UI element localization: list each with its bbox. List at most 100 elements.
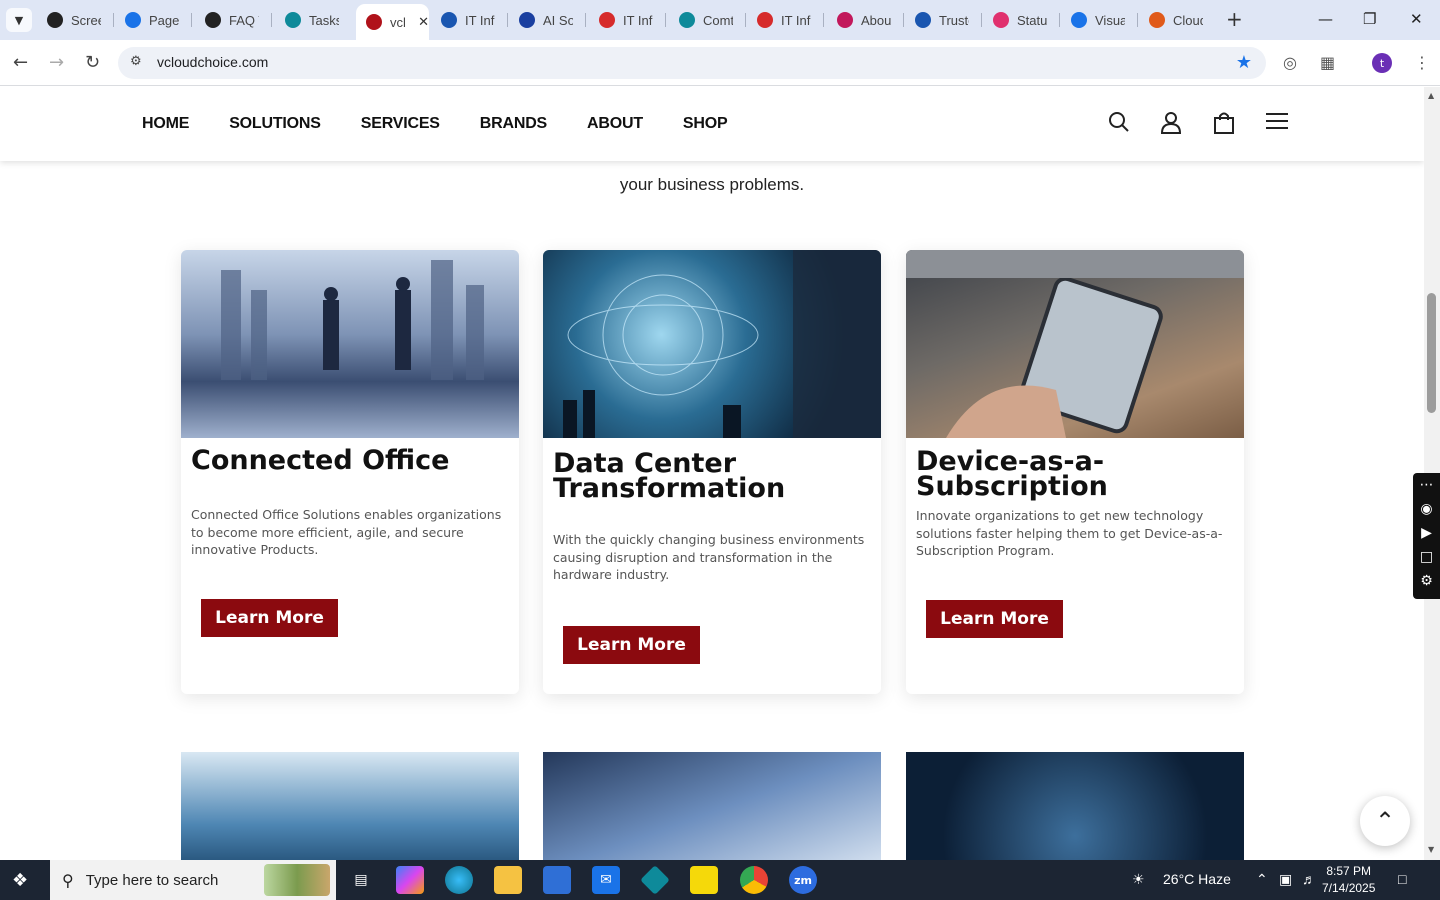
url-text[interactable]: vcloudchoice.com: [157, 54, 268, 70]
task-view-icon[interactable]: ▤: [347, 866, 375, 894]
volume-icon[interactable]: ♬: [1302, 871, 1316, 887]
solution-card-connected-office: Connected Office Connected Office Soluti…: [181, 250, 519, 694]
back-icon[interactable]: ←: [13, 52, 28, 73]
chrome-icon[interactable]: [740, 866, 768, 894]
clock-time: 8:57 PM: [1326, 864, 1372, 878]
browser-tab[interactable]: Status: [983, 6, 1055, 34]
search-icon[interactable]: [1108, 111, 1130, 133]
extensions-icon[interactable]: ▦: [1320, 53, 1335, 72]
hamburger-menu-icon[interactable]: [1265, 111, 1289, 131]
close-tab-icon[interactable]: ✕: [418, 15, 429, 30]
tab-label: Status: [1017, 12, 1047, 28]
browser-tab[interactable]: IT Infrastructure: [747, 6, 819, 34]
scroll-to-top-button[interactable]: ⌃: [1360, 796, 1410, 846]
tab-favicon-icon: [599, 12, 615, 28]
file-explorer-icon[interactable]: [494, 866, 522, 894]
reload-icon[interactable]: ↻: [85, 52, 100, 73]
scroll-up-arrow-icon[interactable]: ▲: [1428, 91, 1434, 100]
nav-shop[interactable]: SHOP: [683, 115, 728, 133]
solution-card-data-center: Data Center Transformation With the quic…: [543, 250, 881, 694]
more-icon[interactable]: ⋯: [1420, 477, 1434, 493]
new-tab-button[interactable]: +: [1226, 9, 1243, 29]
zoom-icon[interactable]: zm: [789, 866, 817, 894]
weather-text[interactable]: 26°C Haze: [1163, 871, 1231, 887]
learn-more-button[interactable]: Learn More: [926, 600, 1063, 638]
tab-search-button[interactable]: ▼: [6, 8, 32, 32]
page-viewport: HOME SOLUTIONS SERVICES BRANDS ABOUT SHO…: [0, 87, 1424, 860]
browser-tab[interactable]: Screen: [37, 6, 109, 34]
tab-favicon-icon: [837, 12, 853, 28]
app-diamond-icon[interactable]: [640, 865, 670, 895]
card-description: Innovate organizations to get new techno…: [916, 508, 1223, 558]
tab-favicon-icon: [519, 12, 535, 28]
site-header: HOME SOLUTIONS SERVICES BRANDS ABOUT SHO…: [0, 87, 1424, 161]
learn-more-button[interactable]: Learn More: [201, 599, 338, 637]
card-title: Data Center Transformation: [553, 448, 786, 504]
camera-icon[interactable]: ◉: [1420, 501, 1432, 517]
cart-bag-icon[interactable]: [1213, 111, 1235, 135]
nav-home[interactable]: HOME: [142, 115, 189, 133]
forward-icon[interactable]: →: [49, 52, 64, 73]
tab-favicon-icon: [915, 12, 931, 28]
site-settings-icon[interactable]: ⚙: [130, 54, 142, 69]
browser-tab[interactable]: vcloudchoice ✕: [356, 4, 429, 40]
search-icon: ⚲: [62, 870, 74, 890]
sticky-notes-icon[interactable]: [690, 866, 718, 894]
nav-services[interactable]: SERVICES: [361, 115, 440, 133]
clock-date: 7/14/2025: [1322, 881, 1376, 895]
settings-gear-icon[interactable]: ⚙: [1420, 573, 1433, 589]
browser-tab[interactable]: Cloud: [1139, 6, 1211, 34]
copilot-icon[interactable]: [396, 866, 424, 894]
nav-brands[interactable]: BRANDS: [480, 115, 547, 133]
card-image-airplane-logistics: [543, 752, 881, 860]
learn-more-button[interactable]: Learn More: [563, 626, 700, 664]
weather-icon[interactable]: ☀: [1132, 871, 1145, 888]
browser-tab[interactable]: Comtrade: [669, 6, 741, 34]
card-image-airport-terminal: [181, 752, 519, 860]
browser-tab[interactable]: IT Infrastructure: [589, 6, 661, 34]
address-bar[interactable]: ⚙ vcloudchoice.com ★: [118, 47, 1266, 79]
video-icon[interactable]: ▶: [1421, 525, 1432, 541]
browser-tab[interactable]: IT Infrastructure: [431, 6, 503, 34]
minimize-button[interactable]: —: [1318, 10, 1333, 28]
clock[interactable]: 8:57 PM 7/14/2025: [1322, 863, 1375, 897]
windows-start-icon[interactable]: ❖: [12, 870, 28, 891]
scrollbar-thumb[interactable]: [1427, 293, 1436, 413]
menu-kebab-icon[interactable]: ⋮: [1414, 53, 1430, 72]
browser-tab[interactable]: About: [827, 6, 899, 34]
restore-button[interactable]: ❐: [1363, 10, 1376, 28]
mail-icon[interactable]: ✉: [592, 866, 620, 894]
tray-chevron-icon[interactable]: ⌃: [1256, 871, 1268, 888]
tab-favicon-icon: [1071, 12, 1087, 28]
browser-tab[interactable]: Tasks: [275, 6, 347, 34]
tab-favicon-icon: [757, 12, 773, 28]
taskbar-search[interactable]: ⚲ Type here to search: [50, 860, 336, 900]
browser-tab[interactable]: Visual: [1061, 6, 1133, 34]
network-icon[interactable]: ▣: [1279, 871, 1292, 888]
nav-solutions[interactable]: SOLUTIONS: [229, 115, 321, 133]
profile-avatar[interactable]: t: [1372, 53, 1392, 73]
store-icon[interactable]: [543, 866, 571, 894]
tab-favicon-icon: [285, 12, 301, 28]
translate-icon[interactable]: ◎: [1283, 53, 1297, 72]
tab-separator: [113, 13, 114, 27]
tab-separator: [903, 13, 904, 27]
tab-label: Cloud: [1173, 12, 1203, 28]
bookmark-star-icon[interactable]: ★: [1236, 52, 1252, 73]
card-image-tablet-hands: [906, 250, 1244, 438]
tab-separator: [1059, 13, 1060, 27]
account-icon[interactable]: [1160, 111, 1182, 135]
browser-tab[interactable]: FAQ Tips: [195, 6, 267, 34]
browser-tab[interactable]: AI Software: [509, 6, 581, 34]
tab-separator: [585, 13, 586, 27]
scroll-down-arrow-icon[interactable]: ▼: [1428, 845, 1434, 854]
browser-tab[interactable]: Trusted: [905, 6, 977, 34]
edge-icon[interactable]: [445, 866, 473, 894]
tab-separator: [981, 13, 982, 27]
nav-about[interactable]: ABOUT: [587, 115, 643, 133]
notifications-icon[interactable]: □: [1398, 871, 1406, 887]
browser-tab[interactable]: PageSpeed: [115, 6, 187, 34]
close-window-button[interactable]: ✕: [1410, 10, 1423, 28]
intro-text: your business problems.: [619, 175, 805, 194]
window-icon[interactable]: □: [1420, 549, 1433, 565]
